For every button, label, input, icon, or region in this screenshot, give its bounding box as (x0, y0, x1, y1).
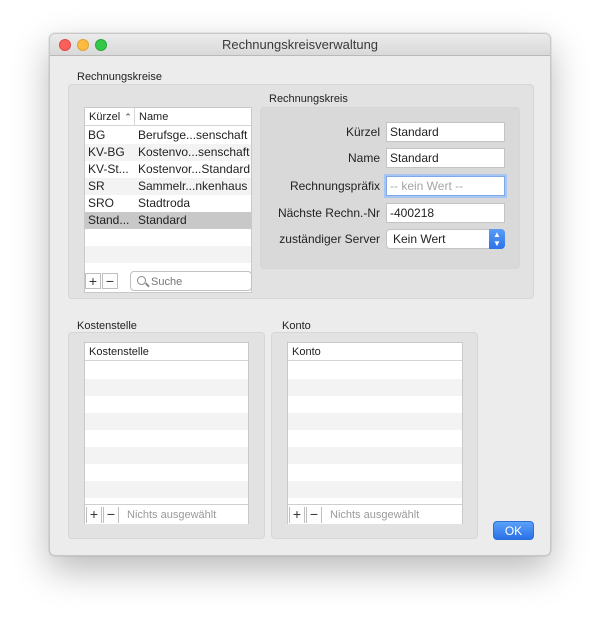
search-field[interactable] (130, 271, 252, 291)
name-label: Name (347, 151, 380, 165)
empty-row (288, 464, 462, 481)
cell-kuerzel: KV-BG (88, 145, 125, 159)
kostenstelle-table: Kostenstelle + − Nichts ausgewählt (84, 342, 249, 524)
cell-kuerzel: BG (88, 128, 106, 142)
empty-row (85, 464, 248, 481)
search-icon (137, 276, 146, 285)
name-field[interactable] (386, 148, 505, 168)
konto-group: Konto + − Nichts ausgewählt (271, 332, 478, 539)
add-konto-button[interactable]: + (289, 507, 305, 523)
server-select[interactable]: Kein Wert ▲ ▼ (386, 229, 505, 249)
rechnungskreis-section-label: Rechnungskreis (269, 93, 348, 105)
window-title: Rechnungskreisverwaltung (221, 37, 379, 52)
konto-selection-status: Nichts ausgewählt (330, 509, 420, 521)
column-header-kuerzel[interactable]: Kürzel ⌃ (85, 108, 135, 126)
empty-row (85, 413, 248, 430)
empty-row (85, 229, 251, 246)
cell-name: Kostenvor...Standard (138, 162, 251, 176)
table-header: Kürzel ⌃ Name (85, 108, 251, 126)
empty-row (288, 447, 462, 464)
dialog-window: Rechnungskreisverwaltung Rechnungskreise… (49, 33, 551, 556)
kostenstelle-group: Kostenstelle + − Nichts ausgewählt (68, 332, 265, 539)
table-row[interactable]: KV-BG Kostenvo...senschaft (85, 144, 251, 161)
table-row-selected[interactable]: Stand... Standard (85, 212, 251, 229)
table-header: Konto (288, 343, 462, 361)
server-select-value: Kein Wert (393, 232, 446, 246)
cell-kuerzel: KV-St... (88, 162, 129, 176)
remove-kostenstelle-button[interactable]: − (103, 507, 119, 523)
cell-name: Sammelr...nkenhaus (138, 179, 248, 193)
table-row[interactable]: KV-St... Kostenvor...Standard (85, 161, 251, 178)
cell-name: Kostenvo...senschaft (138, 145, 250, 159)
praefix-field[interactable] (386, 176, 505, 196)
empty-row (288, 430, 462, 447)
rechnungskreise-footer: + − (84, 271, 252, 291)
rechnungskreise-section-label: Rechnungskreise (77, 71, 162, 83)
title-bar: Rechnungskreisverwaltung (50, 34, 550, 56)
remove-rechnungskreis-button[interactable]: − (102, 273, 118, 289)
cell-kuerzel: Stand... (88, 213, 130, 227)
empty-row (85, 396, 248, 413)
rechnungskreis-group: Kürzel Name Rechnungspräfix Nächste Rech… (260, 107, 520, 269)
naechste-rechnungsnummer-field[interactable] (386, 203, 505, 223)
konto-section-label: Konto (282, 320, 311, 332)
cell-kuerzel: SR (88, 179, 105, 193)
empty-row (85, 362, 248, 379)
konto-footer: + − Nichts ausgewählt (288, 504, 462, 524)
kostenstelle-footer: + − Nichts ausgewählt (85, 504, 248, 524)
add-kostenstelle-button[interactable]: + (86, 507, 102, 523)
table-row[interactable]: SR Sammelr...nkenhaus (85, 178, 251, 195)
remove-konto-button[interactable]: − (306, 507, 322, 523)
empty-row (85, 246, 251, 263)
kostenstelle-rows (85, 362, 248, 498)
server-label: zuständiger Server (279, 232, 380, 246)
empty-row (85, 430, 248, 447)
empty-row (85, 447, 248, 464)
empty-row (85, 481, 248, 498)
empty-row (288, 481, 462, 498)
konto-table: Konto + − Nichts ausgewählt (287, 342, 463, 524)
empty-row (288, 379, 462, 396)
kuerzel-label: Kürzel (345, 125, 380, 139)
kostenstelle-selection-status: Nichts ausgewählt (127, 509, 217, 521)
add-rechnungskreis-button[interactable]: + (85, 273, 101, 289)
praefix-label: Rechnungspräfix (289, 179, 380, 193)
column-header-name[interactable]: Name (134, 108, 252, 126)
kostenstelle-section-label: Kostenstelle (77, 320, 137, 332)
kuerzel-field[interactable] (386, 122, 505, 142)
column-header-name-label: Name (139, 111, 169, 123)
column-header-kostenstelle[interactable]: Kostenstelle (85, 343, 249, 361)
cell-kuerzel: SRO (88, 196, 115, 210)
table-header: Kostenstelle (85, 343, 248, 361)
column-header-kuerzel-label: Kürzel (89, 111, 121, 123)
search-input[interactable] (151, 274, 249, 289)
rechnungskreise-rows: BG Berufsge...senschaft KV-BG Kostenvo..… (85, 127, 251, 280)
naechste-rechnungsnummer-label: Nächste Rechn.-Nr (277, 206, 380, 220)
empty-row (288, 362, 462, 379)
cell-name: Stadtroda (138, 196, 191, 210)
table-row[interactable]: BG Berufsge...senschaft (85, 127, 251, 144)
empty-row (85, 379, 248, 396)
empty-row (288, 413, 462, 430)
chevron-up-down-icon: ▲ ▼ (489, 229, 505, 249)
empty-row (288, 396, 462, 413)
rechnungskreise-table: Kürzel ⌃ Name BG Berufsge...senschaft KV-… (84, 107, 252, 293)
column-header-konto[interactable]: Konto (288, 343, 463, 361)
cell-name: Berufsge...senschaft (138, 128, 248, 142)
rechnungskreise-group: Kürzel ⌃ Name BG Berufsge...senschaft KV-… (68, 84, 534, 299)
table-row[interactable]: SRO Stadtroda (85, 195, 251, 212)
ok-button[interactable]: OK (493, 521, 534, 540)
sort-ascending-icon: ⌃ (124, 112, 132, 122)
cell-name: Standard (138, 213, 187, 227)
konto-rows (288, 362, 462, 498)
